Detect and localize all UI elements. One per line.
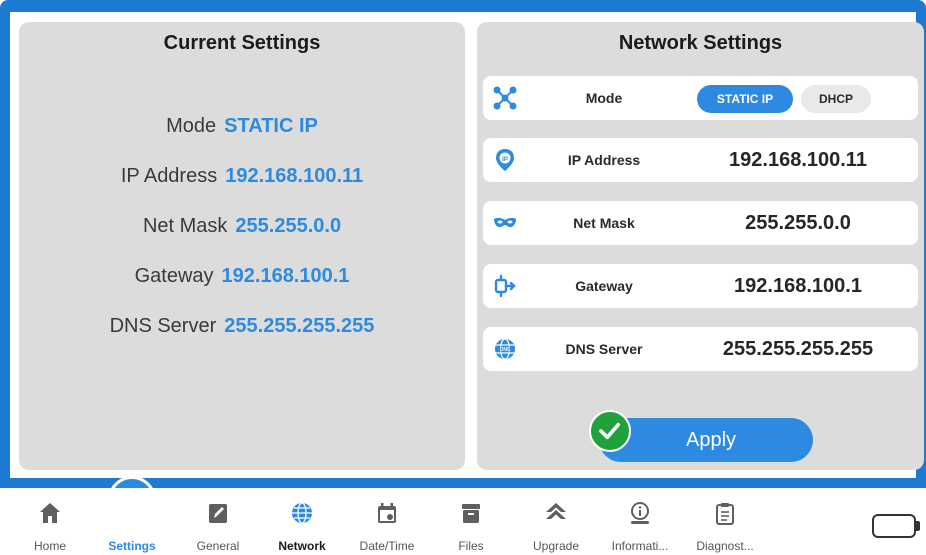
tab-diagnostics-label: Diagnost... <box>696 539 754 553</box>
current-gateway-row: Gateway 192.168.100.1 <box>19 265 465 288</box>
tab-home-label: Home <box>33 539 66 553</box>
tab-information[interactable]: Informati... <box>605 488 675 555</box>
current-netmask-label: Net Mask <box>142 215 228 237</box>
current-dns-value: 255.255.255.255 <box>224 315 375 337</box>
home-icon <box>40 503 60 523</box>
mode-label: Mode <box>585 90 623 106</box>
bottom-tab-bar: Home Settings General Network Date/Time … <box>0 488 926 555</box>
dns-server-label: DNS Server <box>565 341 643 357</box>
dns-server-value[interactable]: 255.255.255.255 <box>683 327 913 371</box>
svg-text:DNS: DNS <box>500 347 511 353</box>
gateway-card[interactable]: Gateway 192.168.100.1 <box>483 264 918 308</box>
current-mode-row: Mode STATIC IP <box>19 115 465 138</box>
dns-server-card[interactable]: DNS DNS Server 255.255.255.255 <box>483 327 918 371</box>
battery-tip <box>916 521 920 531</box>
current-ip-row: IP Address 192.168.100.11 <box>19 165 465 188</box>
dns-globe-icon: DNS <box>495 338 515 360</box>
tab-general[interactable]: General <box>183 488 253 555</box>
checkmark-icon <box>589 410 631 452</box>
svg-text:IP: IP <box>502 157 508 163</box>
tab-home[interactable]: Home <box>15 488 85 555</box>
current-gateway-label: Gateway <box>134 265 214 287</box>
tab-network[interactable]: Network <box>267 488 337 555</box>
tab-upgrade[interactable]: Upgrade <box>521 488 591 555</box>
mode-card: Mode STATIC IP DHCP <box>483 76 918 120</box>
tab-network-label: Network <box>278 539 326 553</box>
gateway-icon <box>494 274 516 298</box>
current-dns-label: DNS Server <box>109 315 217 337</box>
clipboard-icon <box>716 503 734 525</box>
gears-icon <box>122 488 142 507</box>
mode-dhcp-button[interactable]: DHCP <box>801 85 871 113</box>
tab-information-label: Informati... <box>611 539 669 553</box>
current-netmask-row: Net Mask 255.255.0.0 <box>19 215 465 238</box>
network-settings-title: Network Settings <box>618 32 783 54</box>
tab-files-label: Files <box>458 539 484 553</box>
current-mode-value: STATIC IP <box>224 115 318 137</box>
net-mask-label: Net Mask <box>573 215 635 231</box>
calendar-icon <box>378 503 396 523</box>
tab-settings-label: Settings <box>108 539 156 553</box>
tab-date-time-label: Date/Time <box>359 539 415 553</box>
tab-general-label: General <box>196 539 240 553</box>
gateway-label: Gateway <box>575 278 633 294</box>
ip-address-value[interactable]: 192.168.100.11 <box>683 138 913 182</box>
current-gateway-value: 192.168.100.1 <box>221 265 350 287</box>
network-settings-panel: Network Settings Mode STATIC IP DHCP IP … <box>477 22 924 470</box>
tab-settings[interactable]: Settings <box>97 488 167 555</box>
current-mode-label: Mode <box>166 115 217 137</box>
mode-static-ip-button[interactable]: STATIC IP <box>697 85 793 113</box>
ip-pin-icon: IP <box>496 149 514 171</box>
ip-address-label: IP Address <box>567 152 641 168</box>
tab-upgrade-label: Upgrade <box>532 539 580 553</box>
tab-diagnostics[interactable]: Diagnost... <box>690 488 760 555</box>
net-mask-value[interactable]: 255.255.0.0 <box>683 201 913 245</box>
ip-address-card[interactable]: IP IP Address 192.168.100.11 <box>483 138 918 182</box>
current-ip-value: 192.168.100.11 <box>225 165 364 187</box>
apply-button[interactable]: Apply <box>599 418 813 462</box>
battery-icon <box>872 514 916 538</box>
current-dns-row: DNS Server 255.255.255.255 <box>19 315 465 338</box>
tab-files[interactable]: Files <box>436 488 506 555</box>
tab-date-time[interactable]: Date/Time <box>352 488 422 555</box>
files-icon <box>462 504 480 523</box>
current-settings-title: Current Settings <box>163 32 321 54</box>
mask-icon <box>494 217 516 228</box>
net-mask-card[interactable]: Net Mask 255.255.0.0 <box>483 201 918 245</box>
upgrade-icon <box>546 503 566 519</box>
current-settings-panel: Current Settings Mode STATIC IP IP Addres… <box>19 22 465 470</box>
edit-icon <box>209 504 227 523</box>
network-nodes-icon <box>493 86 517 110</box>
current-netmask-value: 255.255.0.0 <box>235 215 342 237</box>
current-ip-label: IP Address <box>120 165 218 187</box>
apply-button-label: Apply <box>685 429 737 451</box>
globe-icon <box>292 502 312 524</box>
info-icon <box>631 502 649 524</box>
gateway-value[interactable]: 192.168.100.1 <box>683 264 913 308</box>
